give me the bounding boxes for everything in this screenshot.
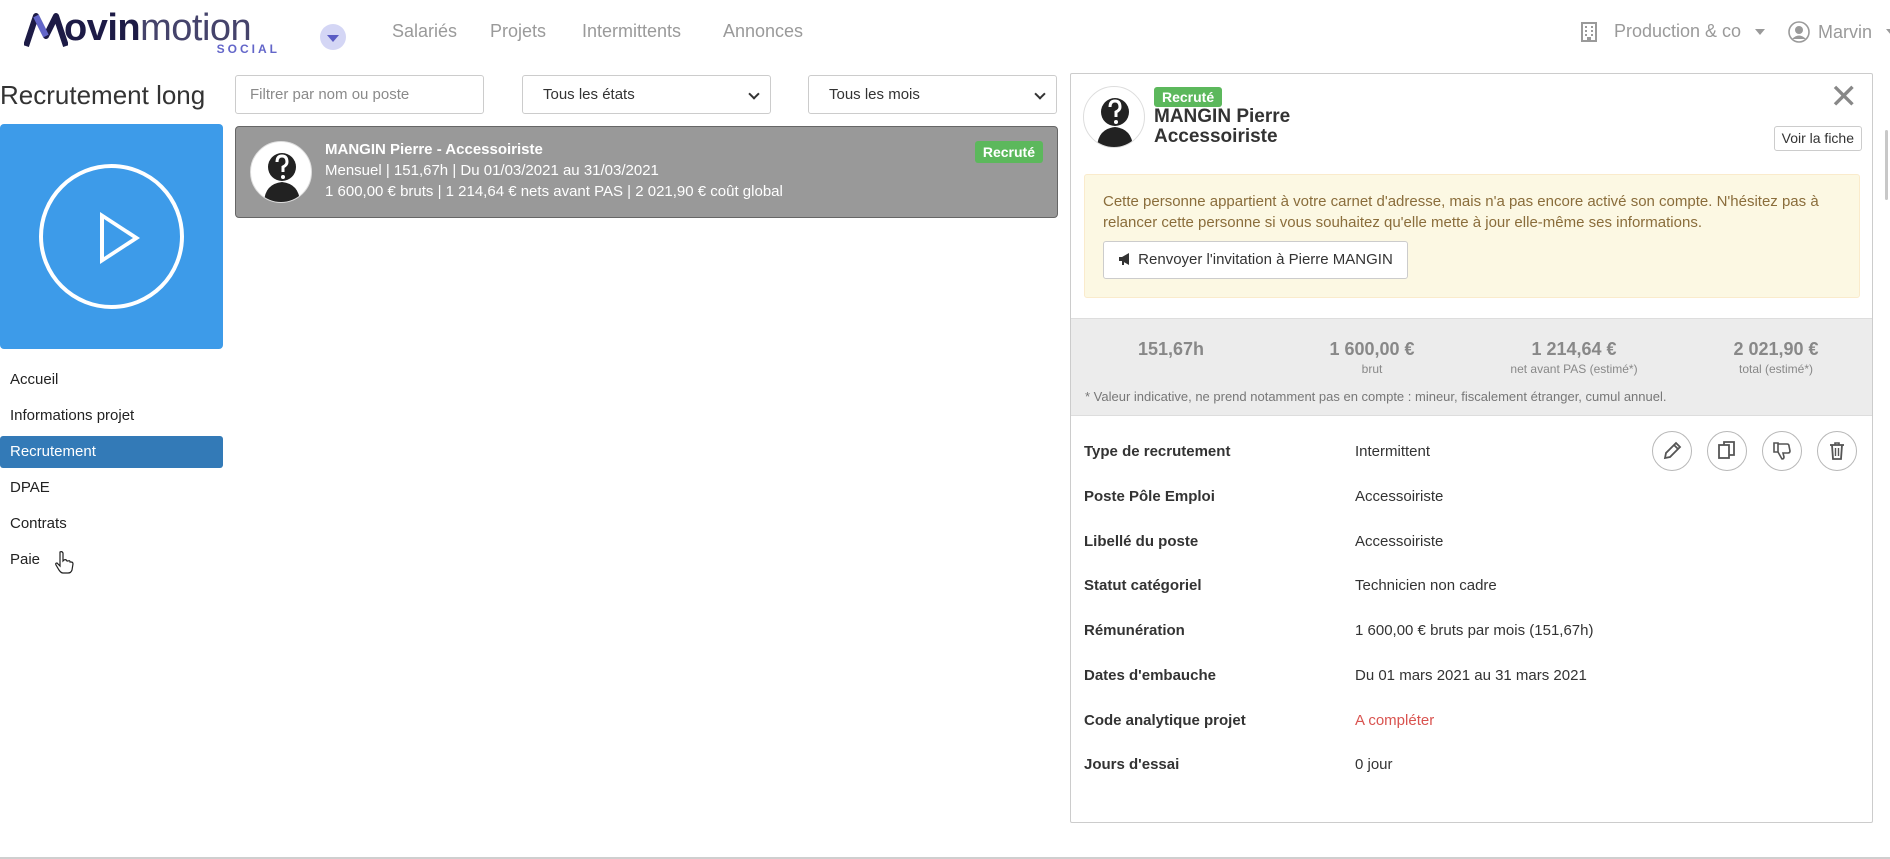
stat-value: 1 214,64 € — [1531, 339, 1617, 359]
caret-down-icon — [1755, 28, 1766, 35]
salary-stats: 151,67h 1 600,00 € brut 1 214,64 € net a… — [1071, 318, 1872, 416]
avatar — [1083, 86, 1145, 148]
detail-value: Technicien non cadre — [1355, 577, 1497, 594]
detail-value: Accessoiriste — [1355, 533, 1444, 550]
stats-note: * Valeur indicative, ne prend notamment … — [1085, 389, 1667, 404]
alert-text: Cette personne appartient à votre carnet… — [1103, 193, 1819, 231]
close-icon[interactable]: ✕ — [1830, 80, 1859, 114]
detail-label: Code analytique projet — [1084, 712, 1246, 729]
logo-mark-icon — [24, 13, 68, 47]
state-select-value: Tous les états — [543, 86, 635, 103]
detail-panel: Recruté MANGIN Pierre Accessoiriste ✕ Vo… — [1070, 73, 1873, 823]
scrollbar[interactable] — [1885, 130, 1888, 200]
recruitment-title: MANGIN Pierre - Accessoiriste — [325, 141, 543, 158]
detail-label: Libellé du poste — [1084, 533, 1199, 550]
status-badge: Recruté — [974, 141, 1043, 163]
stat-label: total (estimé*) — [1738, 362, 1814, 376]
recruitment-card[interactable]: MANGIN Pierre - Accessoiriste Mensuel | … — [235, 126, 1058, 218]
nav-link-annonces[interactable]: Annonces — [723, 21, 803, 42]
nav-dropdown-toggle[interactable] — [320, 24, 346, 50]
resend-invitation-button[interactable]: Renvoyer l'invitation à Pierre MANGIN — [1103, 241, 1408, 279]
stat-label: net avant PAS (estimé*) — [1510, 362, 1638, 376]
stat-label: brut — [1361, 362, 1383, 376]
detail-row: Type de recrutement Intermittent — [1084, 443, 1844, 463]
stat-value: 151,67h — [1137, 339, 1205, 359]
nav-link-intermittents[interactable]: Intermittents — [582, 21, 681, 42]
stat-hours: 151,67h — [1071, 339, 1271, 362]
sidebar-item-recrutement[interactable]: Recrutement — [0, 436, 223, 468]
detail-row: Code analytique projet A compléter — [1084, 712, 1844, 732]
month-select-value: Tous les mois — [829, 86, 920, 103]
detail-label: Dates d'embauche — [1084, 667, 1216, 684]
detail-value: 0 jour — [1355, 756, 1393, 773]
stat-value: 1 600,00 € — [1329, 339, 1415, 359]
stat-gross: 1 600,00 € brut — [1272, 339, 1472, 376]
voir-fiche-button[interactable]: Voir la fiche — [1773, 126, 1862, 151]
chevron-down-icon — [327, 34, 339, 42]
detail-label: Statut catégoriel — [1084, 577, 1202, 594]
recruitment-amounts: 1 600,00 € bruts | 1 214,64 € nets avant… — [325, 183, 783, 200]
account-alert: Cette personne appartient à votre carnet… — [1084, 174, 1860, 298]
detail-value: Intermittent — [1355, 443, 1431, 460]
resend-invitation-label: Renvoyer l'invitation à Pierre MANGIN — [1138, 251, 1393, 268]
detail-value: Accessoiriste — [1355, 488, 1444, 505]
detail-row: Jours d'essai 0 jour — [1084, 756, 1844, 776]
stat-value: 2 021,90 € — [1733, 339, 1819, 359]
detail-row: Poste Pôle Emploi Accessoiriste — [1084, 488, 1844, 508]
sidebar-item-dpae[interactable]: DPAE — [0, 472, 223, 504]
unknown-person-icon — [1097, 98, 1133, 147]
detail-value: Du 01 mars 2021 au 31 mars 2021 — [1355, 667, 1587, 684]
stat-net: 1 214,64 € net avant PAS (estimé*) — [1474, 339, 1674, 376]
sidebar-item-accueil[interactable]: Accueil — [0, 364, 223, 396]
avatar — [250, 141, 312, 203]
detail-label: Rémunération — [1084, 622, 1185, 639]
status-badge: Recruté — [1154, 87, 1223, 107]
detail-label: Jours d'essai — [1084, 756, 1180, 773]
person-role: Accessoiriste — [1154, 126, 1278, 147]
detail-row: Rémunération 1 600,00 € bruts par mois (… — [1084, 622, 1844, 642]
sidebar-item-informations-projet[interactable]: Informations projet — [0, 400, 223, 432]
unknown-person-icon — [264, 153, 300, 202]
hand-cursor-icon — [55, 551, 74, 574]
detail-label: Poste Pôle Emploi — [1084, 488, 1215, 505]
recruitment-details: Mensuel | 151,67h | Du 01/03/2021 au 31/… — [325, 162, 659, 179]
nav-link-projets[interactable]: Projets — [490, 21, 546, 42]
sidebar-item-contrats[interactable]: Contrats — [0, 508, 223, 540]
page-title: Recrutement long — [0, 80, 206, 110]
building-icon — [1581, 21, 1597, 42]
search-input[interactable] — [235, 75, 484, 114]
top-navbar: ovinmotion SOCIAL Salariés Projets Inter… — [0, 0, 1890, 64]
sidebar-menu: Accueil Informations projet Recrutement … — [0, 364, 223, 580]
company-name: Production & co — [1614, 21, 1742, 41]
detail-row: Dates d'embauche Du 01 mars 2021 au 31 m… — [1084, 667, 1844, 687]
video-tile[interactable] — [0, 124, 223, 349]
chevron-down-icon — [1034, 88, 1046, 100]
person-name: MANGIN Pierre — [1154, 106, 1291, 127]
movinmotion-logo[interactable]: ovinmotion SOCIAL — [24, 6, 280, 56]
detail-label: Type de recrutement — [1084, 443, 1231, 460]
caret-down-icon — [1886, 29, 1890, 35]
nav-link-salaries[interactable]: Salariés — [392, 21, 457, 42]
detail-row: Libellé du poste Accessoiriste — [1084, 533, 1844, 553]
complete-link[interactable]: A compléter — [1355, 712, 1434, 729]
megaphone-icon — [1119, 253, 1129, 265]
detail-value: 1 600,00 € bruts par mois (151,67h) — [1355, 622, 1594, 639]
user-avatar-icon — [1788, 21, 1810, 43]
user-name: Marvin — [1818, 21, 1873, 42]
state-select[interactable]: Tous les états — [522, 75, 771, 114]
chevron-down-icon — [748, 88, 760, 100]
sidebar-item-paie[interactable]: Paie — [0, 544, 223, 576]
user-menu[interactable]: Marvin — [1788, 21, 1890, 43]
company-selector[interactable]: Production & co — [1580, 21, 1766, 42]
logo-sub: SOCIAL — [216, 42, 280, 56]
play-icon — [39, 164, 184, 309]
month-select[interactable]: Tous les mois — [808, 75, 1057, 114]
stat-total: 2 021,90 € total (estimé*) — [1676, 339, 1876, 376]
detail-row: Statut catégoriel Technicien non cadre — [1084, 577, 1844, 597]
